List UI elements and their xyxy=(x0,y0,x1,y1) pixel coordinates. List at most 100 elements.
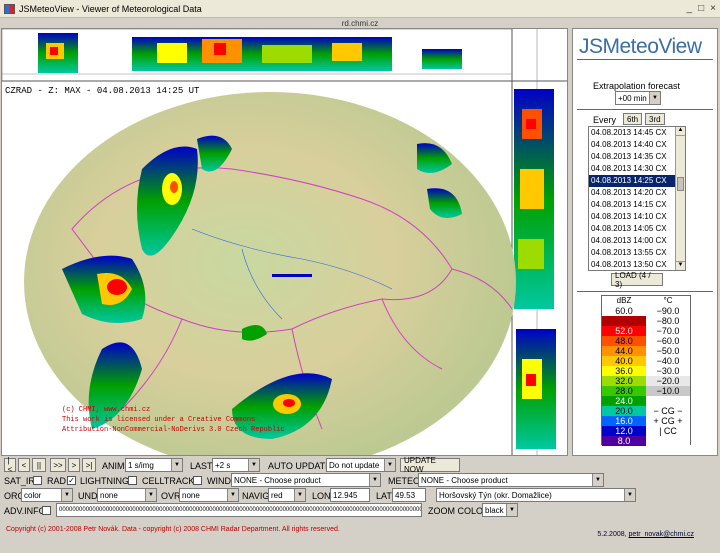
celltrack-label: CELLTRACK xyxy=(142,476,195,486)
lon-input[interactable]: 12.945 xyxy=(330,488,370,502)
update-now-button[interactable]: UPDATE NOW xyxy=(400,456,460,474)
next-frame-button[interactable]: > xyxy=(68,458,80,472)
chevron-down-icon: ▼ xyxy=(592,474,603,486)
window-title: JSMeteoView - Viewer of Meteorological D… xyxy=(19,3,202,14)
und-select[interactable]: none ▼ xyxy=(97,488,157,502)
legend-dbz-cell: 12.0 xyxy=(602,426,646,436)
legend-temp-cell: −80.0 xyxy=(646,316,690,326)
extrapolation-label: Extrapolation forecast xyxy=(593,81,681,91)
oro-select[interactable]: color ▼ xyxy=(21,488,73,502)
legend-dbz-cell xyxy=(602,316,646,326)
close-button[interactable]: × xyxy=(710,3,716,14)
lon-label: LON xyxy=(312,491,331,501)
legend-row: −80.0 xyxy=(602,316,690,326)
time-list[interactable]: 04.08.2013 14:45 CX 04.08.2013 14:40 CX … xyxy=(588,126,686,271)
und-label: UND xyxy=(78,491,98,501)
time-item[interactable]: 04.08.2013 14:00 CX xyxy=(589,235,685,247)
scroll-down-icon[interactable]: ▼ xyxy=(676,261,685,270)
legend-row: 16.0 + CG + xyxy=(602,416,690,426)
play-button[interactable]: >> xyxy=(50,458,66,472)
time-item[interactable]: 04.08.2013 13:55 CX xyxy=(589,247,685,259)
extrapolation-select[interactable]: +00 min ▼ xyxy=(615,91,661,105)
time-item[interactable]: 04.08.2013 14:10 CX xyxy=(589,211,685,223)
scroll-up-icon[interactable]: ▲ xyxy=(676,127,685,136)
lightning-label: LIGHTNING xyxy=(80,476,130,486)
time-item[interactable]: 04.08.2013 14:30 CX xyxy=(589,163,685,175)
footer-copyright: Copyright (c) 2001-2008 Petr Novák. Data… xyxy=(6,526,340,533)
adv-info-checkbox[interactable] xyxy=(42,506,51,515)
legend-dbz-cell: 24.0 xyxy=(602,396,646,406)
time-item[interactable]: 04.08.2013 14:40 CX xyxy=(589,139,685,151)
radar-map-area[interactable]: CZRAD - Z: MAX - 04.08.2013 14:25 UT (c)… xyxy=(1,28,568,456)
app-icon xyxy=(4,3,15,14)
svg-text:(c) CHMI, www.chmi.cz: (c) CHMI, www.chmi.cz xyxy=(62,406,150,414)
zoom-color-label: ZOOM COLOR xyxy=(428,506,490,516)
legend-dbz-cell: 28.0 xyxy=(602,386,646,396)
anim-label: ANIM xyxy=(102,461,125,471)
legend-temp-cell: −20.0 xyxy=(646,376,690,386)
sat-ir-checkbox[interactable] xyxy=(33,476,42,485)
chevron-down-icon: ▼ xyxy=(624,489,635,501)
legend-temp-cell: | CC xyxy=(646,426,690,436)
svg-text:This work is licensed under a: This work is licensed under a Creative C… xyxy=(62,416,255,424)
time-item[interactable]: 04.08.2013 14:15 CX xyxy=(589,199,685,211)
legend-dbz-cell: 60.0 xyxy=(602,306,646,316)
prev-frame-button[interactable]: < xyxy=(18,458,30,472)
chevron-down-icon: ▼ xyxy=(171,459,182,471)
legend-temp-cell xyxy=(646,396,690,406)
time-list-scrollbar[interactable]: ▲ ▼ xyxy=(675,127,685,270)
legend-row: 52.0 −70.0 xyxy=(602,326,690,336)
legend-row: 60.0 −90.0 xyxy=(602,306,690,316)
celltrack-checkbox[interactable] xyxy=(193,476,202,485)
legend-dbz-cell: 44.0 xyxy=(602,346,646,356)
pause-button[interactable]: || xyxy=(32,458,46,472)
right-profile-echoes xyxy=(514,89,556,449)
legend-dbz-cell: 52.0 xyxy=(602,326,646,336)
legend-row: 12.0 | CC xyxy=(602,426,690,436)
every-6th-button[interactable]: 6th xyxy=(623,113,643,125)
sat-ir-label: SAT_IR xyxy=(4,476,35,486)
navig-select[interactable]: red ▼ xyxy=(268,488,306,502)
map-caption: CZRAD - Z: MAX - 04.08.2013 14:25 UT xyxy=(5,86,200,96)
chevron-down-icon: ▼ xyxy=(369,474,380,486)
legend-row: 32.0 −20.0 xyxy=(602,376,690,386)
anim-select[interactable]: 1 s/img ▼ xyxy=(125,458,183,472)
time-item[interactable]: 04.08.2013 14:35 CX xyxy=(589,151,685,163)
legend-temp-cell: −50.0 xyxy=(646,346,690,356)
email-link[interactable]: petr_novak@chmi.cz xyxy=(629,531,694,538)
auto-update-select[interactable]: Do not update ▼ xyxy=(326,458,396,472)
scroll-thumb[interactable] xyxy=(677,177,684,191)
legend-temp-cell: − CG − xyxy=(646,406,690,416)
ovr-select[interactable]: none ▼ xyxy=(179,488,239,502)
rad-checkbox[interactable]: ✓ xyxy=(67,476,76,485)
load-button[interactable]: LOAD (4 / 3) xyxy=(611,271,663,289)
zoom-color-select[interactable]: black ▼ xyxy=(482,503,518,517)
legend-dbz-cell: 40.0 xyxy=(602,356,646,366)
time-item[interactable]: 04.08.2013 13:50 CX xyxy=(589,259,685,270)
wind-label: WIND xyxy=(207,476,231,486)
minimize-button[interactable]: _ xyxy=(687,3,693,14)
legend-temp-cell: + CG + xyxy=(646,416,690,426)
meteo-label: METEO xyxy=(388,476,421,486)
lat-input[interactable]: 49.53 xyxy=(392,488,426,502)
every-3rd-button[interactable]: 3rd xyxy=(645,113,665,125)
control-panel: JSMeteoView Extrapolation forecast +00 m… xyxy=(572,28,718,456)
last-frame-button[interactable]: >| xyxy=(82,458,96,472)
legend-dbz-cell: 16.0 xyxy=(602,416,646,426)
adv-info-label: ADV.INFO xyxy=(4,506,46,516)
first-frame-button[interactable]: |< xyxy=(4,456,16,474)
time-item[interactable]: 04.08.2013 14:45 CX xyxy=(589,127,685,139)
wind-select[interactable]: NONE - Choose product ▼ xyxy=(231,473,381,487)
time-item[interactable]: 04.08.2013 14:20 CX xyxy=(589,187,685,199)
lightning-checkbox[interactable] xyxy=(128,476,137,485)
last-select[interactable]: +2 s ▼ xyxy=(212,458,260,472)
meteo-select[interactable]: NONE - Choose product ▼ xyxy=(418,473,604,487)
bottom-controls: |< < || >> > >| ANIM 1 s/img ▼ LAST +2 s ▼… xyxy=(0,456,636,518)
ovr-label: OVR xyxy=(161,491,181,501)
place-select[interactable]: Horšovský Týn (okr. Domažlice) ▼ xyxy=(436,488,636,502)
time-item-selected[interactable]: 04.08.2013 14:25 CX xyxy=(589,175,685,187)
legend-row: 24.0 xyxy=(602,396,690,406)
maximize-button[interactable]: □ xyxy=(698,3,704,14)
time-item[interactable]: 04.08.2013 14:05 CX xyxy=(589,223,685,235)
adv-info-field[interactable]: 0000000000000000000000000000000000000000… xyxy=(56,503,422,517)
